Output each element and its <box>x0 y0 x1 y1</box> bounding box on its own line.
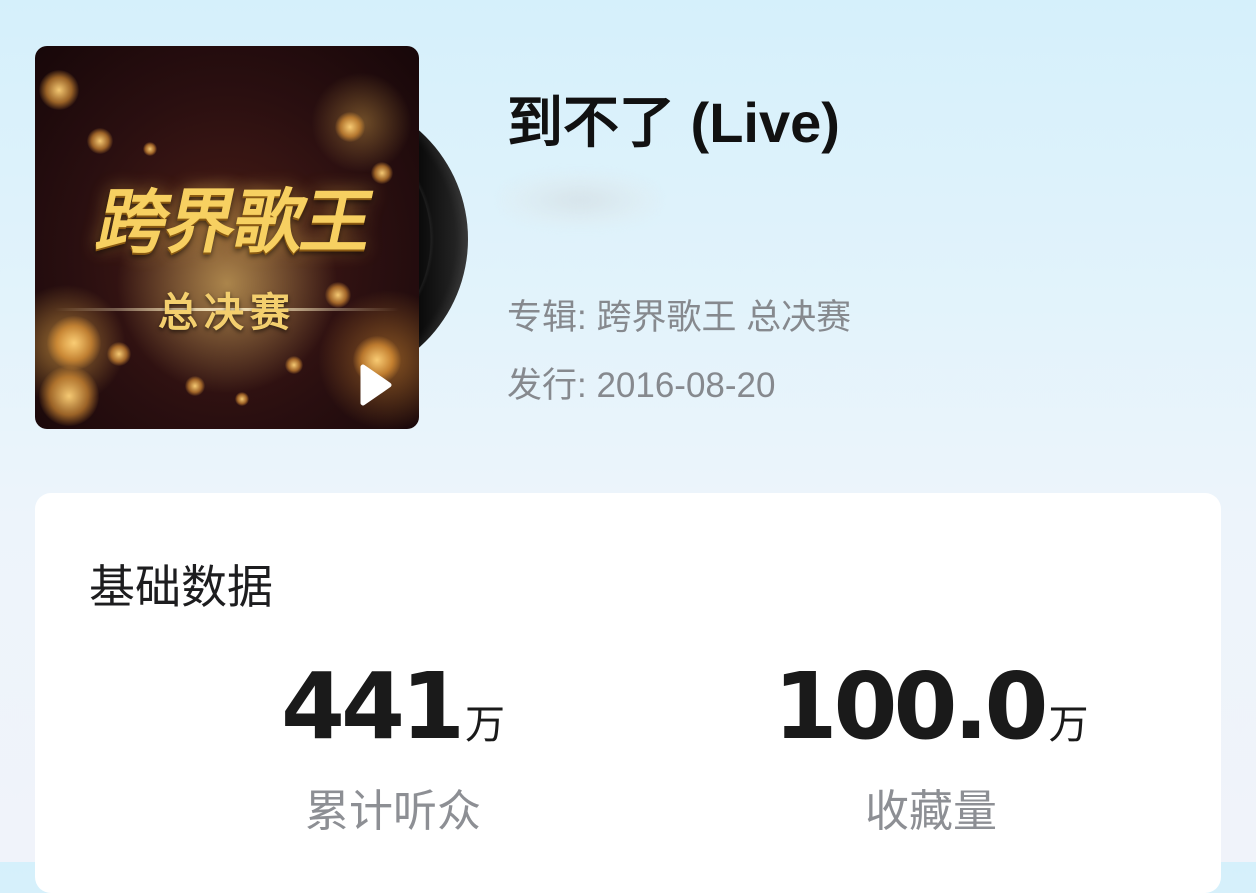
bokeh-light <box>107 342 131 366</box>
bokeh-light <box>39 366 99 426</box>
bokeh-light <box>285 356 303 374</box>
stat-value: 441 <box>280 653 465 760</box>
stat-unit: 万 <box>1048 703 1089 747</box>
song-title: 到不了 (Live) <box>507 91 840 154</box>
album-cover[interactable]: 跨界歌王 总决赛 <box>35 46 419 429</box>
basic-data-card: 基础数据 441 万 累计听众 100.0 万 收藏量 <box>35 493 1221 893</box>
card-title: 基础数据 <box>89 561 273 613</box>
play-icon[interactable] <box>357 363 393 407</box>
cover-show-subtitle: 总决赛 <box>158 290 296 336</box>
stat-unit: 万 <box>465 703 506 747</box>
stat-label: 收藏量 <box>865 787 997 836</box>
bokeh-light <box>39 70 79 110</box>
stat-value: 100.0 <box>773 653 1048 760</box>
bokeh-light <box>143 142 157 156</box>
bokeh-light <box>335 112 365 142</box>
stat-label: 累计听众 <box>305 787 481 836</box>
cover-show-title: 跨界歌王 <box>90 181 380 263</box>
stat-favorites: 100.0 万 收藏量 <box>731 661 1131 839</box>
album-info[interactable]: 专辑: 跨界歌王 总决赛 <box>507 289 851 340</box>
release-date: 发行: 2016-08-20 <box>507 366 776 405</box>
bokeh-light <box>185 376 205 396</box>
bokeh-light <box>235 392 249 406</box>
bokeh-light <box>87 128 113 154</box>
artist-name-blurred <box>500 172 660 228</box>
stat-total-listeners: 441 万 累计听众 <box>193 661 593 839</box>
